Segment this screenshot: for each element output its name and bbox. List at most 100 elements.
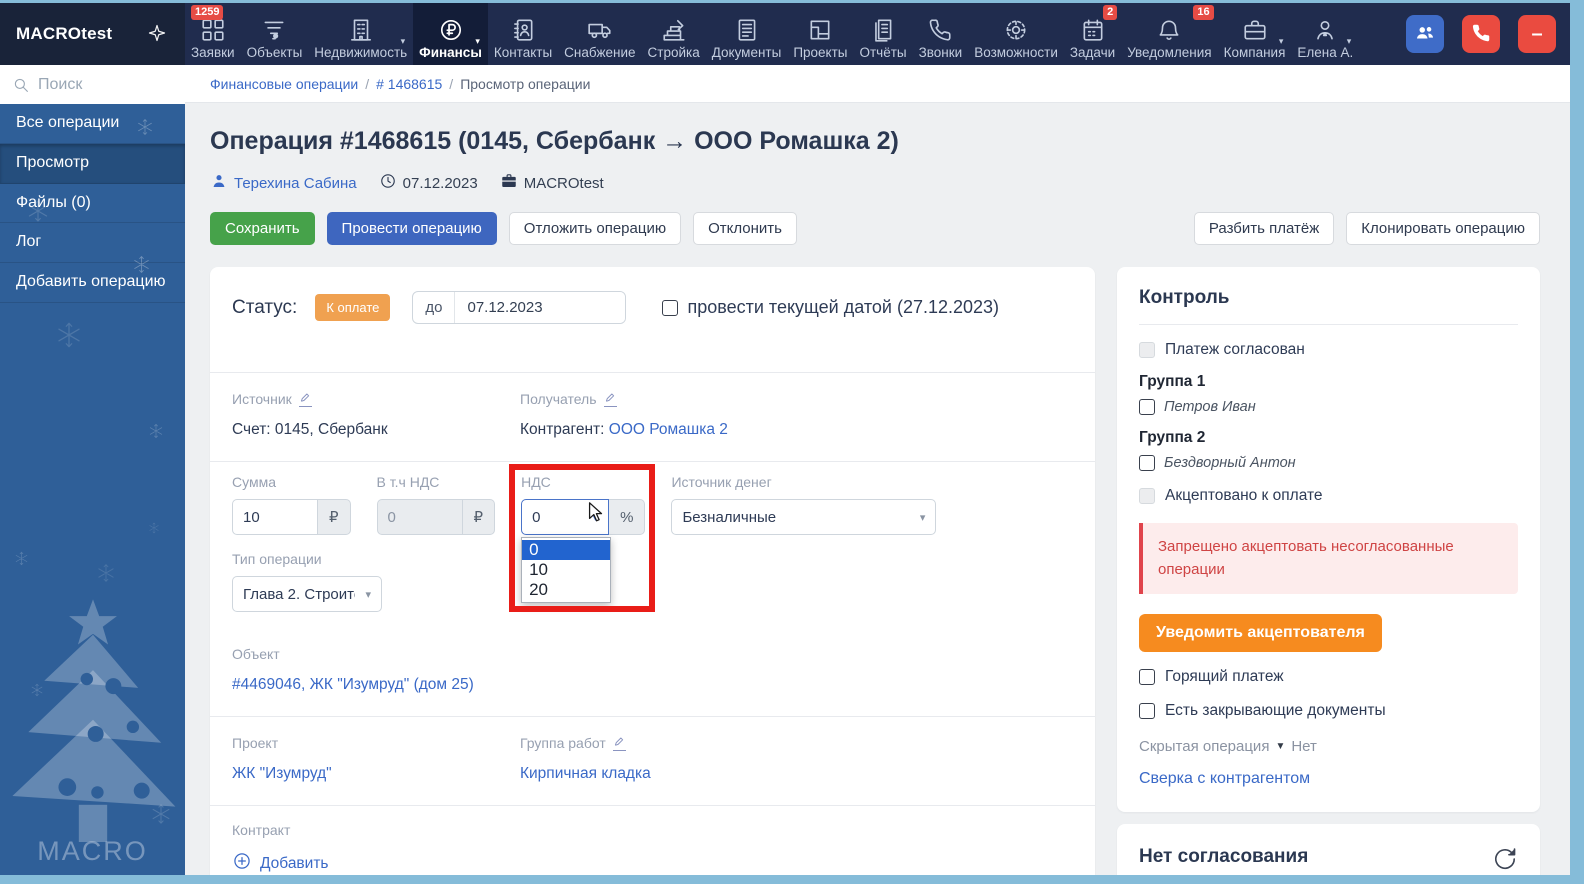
closing-docs-row[interactable]: Есть закрывающие документы xyxy=(1139,702,1518,720)
hot-payment-label: Горящий платеж xyxy=(1165,668,1284,686)
vat-field: НДС 0 ▾ % 01020 xyxy=(521,474,645,535)
operation-type-select[interactable]: Глава 2. Строите ▾ xyxy=(232,576,382,612)
group2-member-row[interactable]: Бездворный Антон xyxy=(1139,455,1518,471)
sidebar-item-all-operations[interactable]: Все операции xyxy=(0,104,185,144)
source-label: Источник xyxy=(232,391,292,407)
topnav-item-supply[interactable]: Снабжение xyxy=(558,3,641,65)
topnav-item-calls[interactable]: Звонки xyxy=(913,3,969,65)
money-source-select[interactable]: Безналичные ▾ xyxy=(671,499,936,535)
hidden-operation-row: Скрытая операция ▼ Нет xyxy=(1139,738,1518,755)
clone-operation-button[interactable]: Клонировать операцию xyxy=(1346,212,1540,245)
topnav-item-company[interactable]: ▾Компания xyxy=(1218,3,1292,65)
save-button[interactable]: Сохранить xyxy=(210,212,315,245)
vat-select[interactable]: 0 ▾ xyxy=(521,499,609,535)
vat-included-label: В т.ч НДС xyxy=(377,474,496,490)
plus-circle-icon xyxy=(232,851,252,875)
add-contract-button[interactable]: Добавить xyxy=(232,851,1073,875)
object-link[interactable]: #4469046, ЖК "Изумруд" (дом 25) xyxy=(232,676,474,693)
notify-acceptor-button[interactable]: Уведомить акцептователя xyxy=(1139,614,1382,652)
hot-payment-row[interactable]: Горящий платеж xyxy=(1139,668,1518,686)
topnav-item-contacts[interactable]: Контакты xyxy=(488,3,558,65)
topnav-label: Возможности xyxy=(974,45,1058,60)
amount-label: Сумма xyxy=(232,474,351,490)
current-date-checkbox-row[interactable]: провести текущей датой (27.12.2023) xyxy=(662,297,999,318)
closing-docs-checkbox[interactable] xyxy=(1139,703,1155,719)
topnav-item-requests[interactable]: 1259Заявки xyxy=(185,3,241,65)
group2-member-checkbox[interactable] xyxy=(1139,455,1155,471)
topnav-label: Уведомления xyxy=(1127,45,1211,60)
chevron-down-icon: ▾ xyxy=(475,36,480,47)
sidebar-item-add-operation[interactable]: Добавить операцию xyxy=(0,263,185,303)
topnav-item-user[interactable]: ▾Елена А. xyxy=(1291,3,1359,65)
amount-input[interactable] xyxy=(232,499,318,535)
actions-row: Сохранить Провести операцию Отложить опе… xyxy=(210,212,1540,245)
topnav-item-finance[interactable]: ▾Финансы xyxy=(413,3,488,65)
minimize-call-button[interactable]: – xyxy=(1518,15,1556,53)
conduct-operation-button[interactable]: Провести операцию xyxy=(327,212,497,245)
topnav-item-objects[interactable]: Объекты xyxy=(241,3,309,65)
breadcrumb-link-finance-operations[interactable]: Финансовые операции xyxy=(210,76,358,92)
current-date-checkbox[interactable] xyxy=(662,300,678,316)
vat-dropdown-menu: 01020 xyxy=(521,537,611,603)
page-meta: Терехина Сабина 07.12.2023 MACROtest xyxy=(210,172,1570,194)
payment-agreed-checkbox[interactable] xyxy=(1139,342,1155,358)
topnav-item-projects[interactable]: Проекты xyxy=(787,3,853,65)
sidebar-item-files[interactable]: Файлы (0) xyxy=(0,184,185,224)
group1-member-checkbox[interactable] xyxy=(1139,399,1155,415)
due-date-prefix: до xyxy=(413,292,455,323)
approval-card-title: Нет согласования xyxy=(1139,846,1308,868)
building-icon xyxy=(348,17,374,43)
edit-pencil-icon[interactable] xyxy=(604,392,617,407)
brand-logo: MACROtest xyxy=(16,24,112,44)
chevron-down-icon: ▾ xyxy=(1279,36,1284,47)
decline-button[interactable]: Отклонить xyxy=(693,212,797,245)
chevron-down-icon[interactable]: ▼ xyxy=(1275,741,1285,752)
vat-option-10[interactable]: 10 xyxy=(522,560,610,580)
status-badge[interactable]: К оплате xyxy=(315,294,390,321)
author-link[interactable]: Терехина Сабина xyxy=(234,175,357,192)
vat-option-20[interactable]: 20 xyxy=(522,580,610,600)
edit-pencil-icon[interactable] xyxy=(299,392,312,407)
document-icon xyxy=(734,17,760,43)
topnav-label: Проекты xyxy=(793,45,847,60)
topnav-item-realty[interactable]: ▾Недвижимость xyxy=(308,3,413,65)
refresh-icon[interactable] xyxy=(1492,846,1518,872)
topnav-item-opportunities[interactable]: Возможности xyxy=(968,3,1064,65)
minus-icon: – xyxy=(1531,24,1542,44)
snowflake-icon xyxy=(96,563,116,583)
hidden-operation-value: Нет xyxy=(1291,738,1317,755)
vat-label: НДС xyxy=(521,474,645,490)
topnav-item-documents[interactable]: Документы xyxy=(706,3,788,65)
contacts-quick-button[interactable] xyxy=(1406,15,1444,53)
group1-member-row[interactable]: Петров Иван xyxy=(1139,399,1518,415)
postpone-operation-button[interactable]: Отложить операцию xyxy=(509,212,681,245)
edit-pencil-icon[interactable] xyxy=(613,736,626,751)
sidebar-item-log[interactable]: Лог xyxy=(0,223,185,263)
breadcrumb-link-operation-id[interactable]: # 1468615 xyxy=(376,76,442,92)
search-input[interactable] xyxy=(38,76,185,94)
hot-payment-checkbox[interactable] xyxy=(1139,669,1155,685)
top-navigation: 1259ЗаявкиОбъекты▾Недвижимость▾ФинансыКо… xyxy=(185,3,1570,65)
reconciliation-link[interactable]: Сверка с контрагентом xyxy=(1139,770,1310,788)
pin-icon[interactable] xyxy=(147,23,169,45)
vat-option-0[interactable]: 0 xyxy=(522,540,610,560)
accepted-checkbox[interactable] xyxy=(1139,488,1155,504)
due-date-input[interactable] xyxy=(455,292,625,323)
operation-date: 07.12.2023 xyxy=(403,175,478,192)
call-button[interactable] xyxy=(1462,15,1500,53)
project-link[interactable]: ЖК "Изумруд" xyxy=(232,765,332,782)
topnav-item-reports[interactable]: Отчёты xyxy=(853,3,912,65)
sidebar-item-view[interactable]: Просмотр xyxy=(0,144,185,184)
work-group-link[interactable]: Кирпичная кладка xyxy=(520,765,651,782)
phone-icon xyxy=(927,17,953,43)
payment-agreed-row[interactable]: Платеж согласован xyxy=(1139,341,1518,359)
calendar-icon xyxy=(1080,17,1106,43)
topnav-item-notifications[interactable]: 16Уведомления xyxy=(1121,3,1217,65)
counterparty-link[interactable]: ООО Ромашка 2 xyxy=(609,421,728,438)
accepted-row[interactable]: Акцептовано к оплате xyxy=(1139,487,1518,505)
money-source-field: Источник денег Безналичные ▾ xyxy=(671,474,936,535)
topnav-item-tasks[interactable]: 2Задачи xyxy=(1064,3,1121,65)
split-payment-button[interactable]: Разбить платёж xyxy=(1194,212,1334,245)
vat-percent-addon: % xyxy=(609,499,645,535)
topnav-item-construction[interactable]: Стройка xyxy=(642,3,706,65)
